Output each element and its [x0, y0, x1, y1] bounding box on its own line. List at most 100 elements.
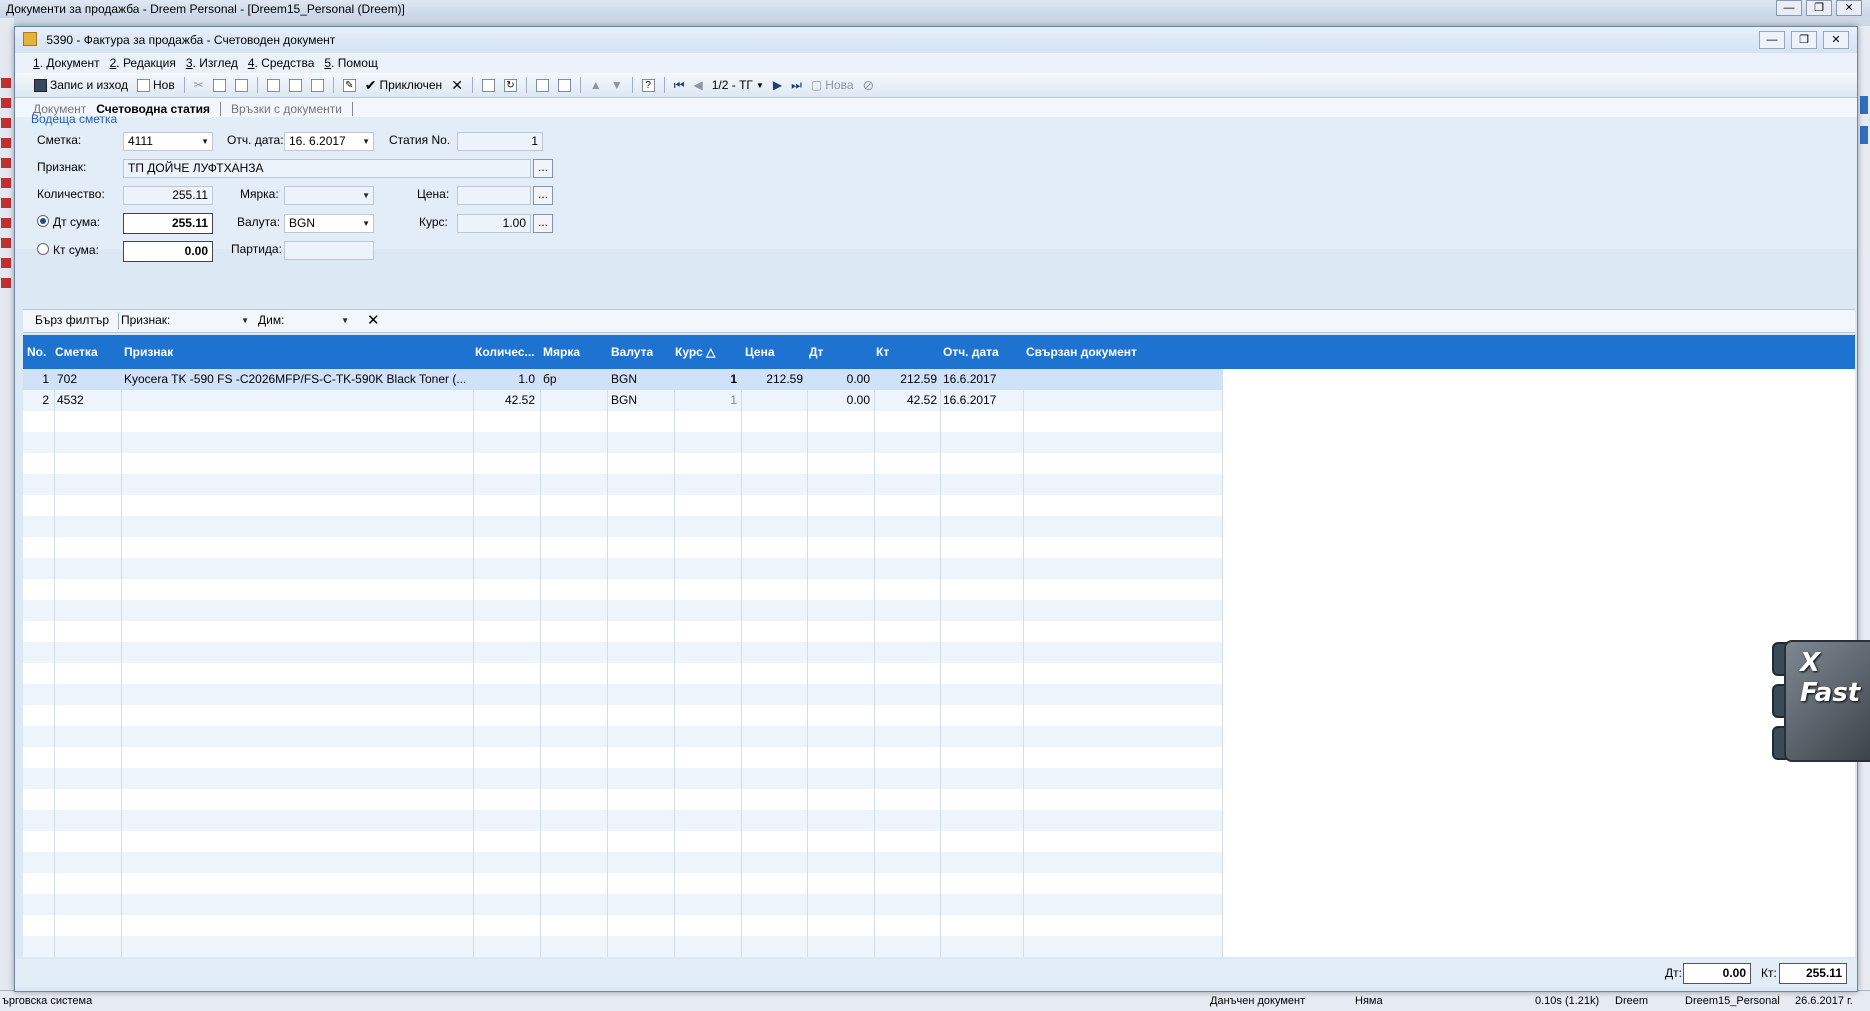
background-status-bar: ърговска система Данъчен документ Няма 0…	[0, 990, 1870, 1011]
status-db: Dreem15_Personal	[1685, 995, 1780, 1007]
leading-account-link[interactable]: Водеща сметка	[31, 112, 117, 126]
cell-dt: 0.00	[846, 393, 870, 407]
dt-amount-field[interactable]: 255.11	[123, 213, 213, 234]
refresh-button[interactable]: ↻	[501, 75, 520, 95]
last-record-button[interactable]: ⏭	[788, 75, 805, 95]
dt-amount-label[interactable]: Дт сума:	[37, 215, 100, 229]
unit-select[interactable]	[284, 186, 374, 205]
filter-sign-select[interactable]	[173, 311, 253, 330]
arrow-up-icon: ▲	[589, 78, 602, 92]
grid-divider	[1023, 369, 1024, 957]
quantity-field[interactable]: 255.11	[123, 186, 213, 205]
kt-amount-label[interactable]: Кт сума:	[37, 243, 99, 257]
next-record-button[interactable]: ▶	[770, 75, 785, 95]
kt-amount-field[interactable]: 0.00	[123, 241, 213, 262]
clear-filter-icon[interactable]: ✕	[367, 311, 380, 329]
preview-button[interactable]	[286, 75, 305, 95]
col-linked[interactable]: Свързан документ	[1026, 335, 1137, 369]
dt-amount-radio[interactable]	[37, 215, 49, 227]
tab-document-links[interactable]: Връзки с документи	[231, 102, 342, 116]
prev-icon: ◀	[693, 78, 703, 92]
new-doc-icon	[136, 78, 150, 92]
page-button[interactable]	[533, 75, 552, 95]
entry-form: Водеща сметка Сметка: 4111 Отч. дата: 16…	[15, 112, 1857, 262]
new-record-button[interactable]: ▢ Нова	[808, 75, 857, 95]
paste-button[interactable]	[232, 75, 251, 95]
col-currency[interactable]: Валута	[611, 335, 653, 369]
col-account[interactable]: Сметка	[55, 335, 98, 369]
report-date-picker[interactable]: 16. 6.2017	[284, 132, 374, 151]
table-row[interactable]: 2 4532 42.52 BGN 1 0.00 42.52 16.6.2017	[23, 390, 1223, 411]
col-price[interactable]: Цена	[745, 335, 775, 369]
table-row[interactable]: 1 702 Kyocera TK -590 FS -C2026MFP/FS-C-…	[23, 369, 1223, 390]
menu-help[interactable]: 5. Помощ	[324, 53, 377, 73]
col-date[interactable]: Отч. дата	[943, 335, 999, 369]
menu-edit[interactable]: 2. Редакция	[110, 53, 176, 73]
print-button[interactable]	[264, 75, 283, 95]
minimize-icon[interactable]: —	[1759, 31, 1785, 49]
close-icon: ✕	[451, 76, 463, 93]
save-icon	[34, 78, 47, 92]
grid-body	[23, 369, 1223, 957]
col-rate[interactable]: Курс △	[675, 335, 715, 369]
export-button[interactable]	[308, 75, 327, 95]
col-unit[interactable]: Мярка	[543, 335, 580, 369]
col-quantity[interactable]: Количес...	[475, 335, 535, 369]
cell-date: 16.6.2017	[943, 393, 997, 407]
page-indicator[interactable]: 1/2 - ТГ ▼	[709, 75, 767, 95]
close-icon[interactable]: ✕	[1836, 0, 1862, 16]
copy-button[interactable]	[210, 75, 229, 95]
col-sign[interactable]: Признак	[124, 335, 173, 369]
minimize-icon[interactable]: —	[1776, 0, 1802, 16]
new-record-icon: ▢	[810, 78, 823, 92]
move-up-button[interactable]: ▲	[587, 75, 605, 95]
cell-rate: 1	[730, 372, 737, 386]
filter-sign-label: Признак:	[121, 313, 171, 327]
closed-button[interactable]: ✔ Приключен	[362, 75, 445, 95]
edit-button[interactable]: ✎	[340, 75, 359, 95]
move-down-button[interactable]: ▼	[608, 75, 626, 95]
cell-no: 2	[42, 393, 49, 407]
calc-button[interactable]	[479, 75, 498, 95]
account-select[interactable]: 4111	[123, 132, 213, 151]
currency-select[interactable]: BGN	[284, 214, 374, 233]
restore-icon[interactable]: ❐	[1806, 0, 1832, 16]
background-left-strip	[0, 18, 14, 1010]
col-dt[interactable]: Дт	[809, 335, 823, 369]
copy-icon	[212, 78, 226, 92]
help-button[interactable]: ?	[639, 75, 658, 95]
status-date: 26.6.2017 г.	[1795, 995, 1853, 1007]
menu-tools[interactable]: 4. Средства	[248, 53, 315, 73]
prev-record-button[interactable]: ◀	[691, 75, 706, 95]
rate-browse-button[interactable]: ...	[533, 214, 553, 233]
xfast-overlay-widget[interactable]: X Fast	[1770, 640, 1870, 762]
toolbar-separator	[663, 77, 665, 93]
price-browse-button[interactable]: ...	[533, 186, 553, 205]
cell-rate: 1	[730, 393, 737, 407]
stop-button[interactable]: ⊘	[860, 75, 878, 95]
col-no[interactable]: No.	[27, 335, 46, 369]
kt-amount-radio[interactable]	[37, 243, 49, 255]
first-record-button[interactable]: ⏮	[671, 75, 688, 95]
new-button[interactable]: Нов	[134, 75, 178, 95]
pages-button[interactable]	[555, 75, 574, 95]
background-window-controls: — ❐ ✕	[1776, 0, 1862, 16]
close-icon[interactable]: ✕	[1823, 31, 1849, 49]
sign-browse-button[interactable]: ...	[533, 159, 553, 178]
cut-button[interactable]: ✂	[191, 75, 207, 95]
sign-field[interactable]: ТП ДОЙЧЕ ЛУФТХАНЗА	[123, 159, 531, 178]
price-field[interactable]	[457, 186, 531, 205]
col-kt[interactable]: Кт	[876, 335, 889, 369]
batch-field[interactable]	[284, 241, 374, 260]
export-icon	[310, 78, 324, 92]
currency-label: Валута:	[237, 215, 281, 229]
save-exit-button[interactable]: Запис и изход	[31, 75, 131, 95]
rate-field[interactable]: 1.00	[457, 214, 531, 233]
menu-view[interactable]: 3. Изглед	[186, 53, 238, 73]
restore-icon[interactable]: ❐	[1791, 31, 1817, 49]
grid-divider	[473, 369, 474, 957]
filter-dim-select[interactable]	[288, 311, 353, 330]
toolbar-separator	[525, 77, 527, 93]
menu-document[interactable]: 1. Документ	[33, 53, 100, 73]
cancel-button[interactable]: ✕	[448, 75, 466, 95]
